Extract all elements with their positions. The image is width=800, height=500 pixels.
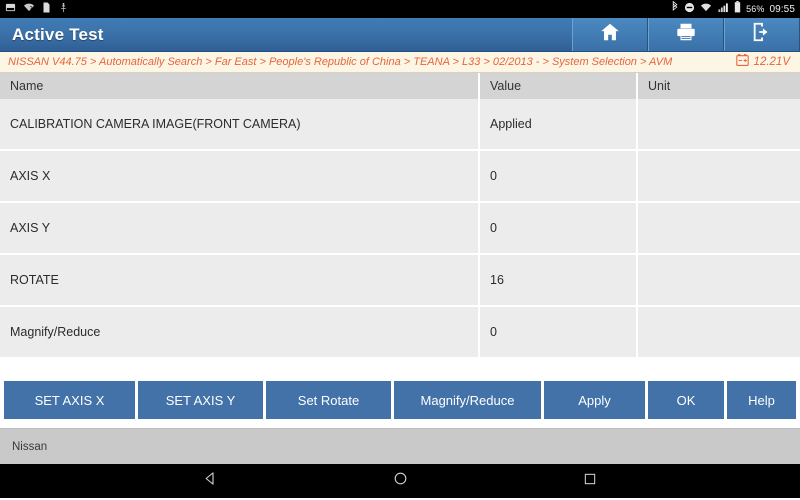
- cell-value: 0: [480, 151, 638, 201]
- cell-name: ROTATE: [0, 255, 480, 305]
- android-status-bar: ? 56% 09:55: [0, 0, 800, 18]
- exit-icon: [751, 21, 773, 48]
- column-header-name: Name: [0, 73, 480, 99]
- usb-icon: [58, 0, 69, 18]
- cell-unit: [638, 99, 800, 149]
- cell-value: 0: [480, 203, 638, 253]
- cell-unit: [638, 255, 800, 305]
- android-nav-bar: [0, 464, 800, 498]
- svg-text:?: ?: [29, 6, 32, 12]
- cell-name: AXIS Y: [0, 203, 480, 253]
- screenshot-icon: [5, 0, 16, 18]
- cell-value: Applied: [480, 99, 638, 149]
- footer-spacer: [0, 419, 800, 428]
- status-bar-left-icons: ?: [5, 0, 69, 18]
- breadcrumb: NISSAN V44.75 > Automatically Search > F…: [8, 56, 673, 68]
- table-header-row: Name Value Unit: [0, 73, 800, 99]
- action-button-bar: SET AXIS X SET AXIS Y Set Rotate Magnify…: [0, 381, 800, 419]
- sim-card-icon: [42, 0, 51, 18]
- content-spacer: [0, 359, 800, 381]
- android-home-button[interactable]: [380, 464, 420, 498]
- table-row[interactable]: Magnify/Reduce 0: [0, 307, 800, 359]
- status-bar-right-icons: 56% 09:55: [671, 0, 795, 18]
- magnify-reduce-button[interactable]: Magnify/Reduce: [394, 381, 544, 419]
- table-row[interactable]: ROTATE 16: [0, 255, 800, 307]
- app-title-bar: Active Test: [0, 18, 800, 52]
- cell-name: Magnify/Reduce: [0, 307, 480, 357]
- apply-button[interactable]: Apply: [544, 381, 648, 419]
- voltage-indicator: 12.21V: [735, 53, 794, 71]
- car-battery-icon: [735, 53, 749, 71]
- voltage-value: 12.21V: [753, 56, 790, 68]
- triangle-back-icon: [203, 471, 218, 491]
- column-header-value: Value: [480, 73, 638, 99]
- table-row[interactable]: AXIS Y 0: [0, 203, 800, 255]
- page-title: Active Test: [12, 24, 104, 44]
- wifi-help-icon: ?: [23, 0, 35, 18]
- cell-unit: [638, 203, 800, 253]
- do-not-disturb-icon: [684, 0, 695, 18]
- signal-icon: [717, 0, 729, 18]
- column-header-unit: Unit: [638, 73, 800, 99]
- cell-name: CALIBRATION CAMERA IMAGE(FRONT CAMERA): [0, 99, 480, 149]
- set-axis-x-button[interactable]: SET AXIS X: [4, 381, 138, 419]
- battery-percent-label: 56%: [746, 4, 765, 14]
- cell-unit: [638, 151, 800, 201]
- home-button[interactable]: [572, 18, 648, 51]
- table-body: CALIBRATION CAMERA IMAGE(FRONT CAMERA) A…: [0, 99, 800, 359]
- square-recents-icon: [583, 472, 597, 491]
- cell-value: 16: [480, 255, 638, 305]
- table-row[interactable]: CALIBRATION CAMERA IMAGE(FRONT CAMERA) A…: [0, 99, 800, 151]
- cell-value: 0: [480, 307, 638, 357]
- circle-home-icon: [393, 471, 408, 491]
- breadcrumb-bar: NISSAN V44.75 > Automatically Search > F…: [0, 52, 800, 73]
- active-test-table: Name Value Unit CALIBRATION CAMERA IMAGE…: [0, 73, 800, 359]
- status-bar-clock: 09:55: [769, 3, 795, 15]
- cell-name: AXIS X: [0, 151, 480, 201]
- cell-unit: [638, 307, 800, 357]
- wifi-icon: [700, 0, 712, 18]
- ok-button[interactable]: OK: [648, 381, 727, 419]
- set-axis-y-button[interactable]: SET AXIS Y: [138, 381, 266, 419]
- status-footer: Nissan: [0, 428, 800, 464]
- exit-button[interactable]: [724, 18, 800, 51]
- home-icon: [599, 21, 621, 48]
- print-button[interactable]: [648, 18, 724, 51]
- table-row[interactable]: AXIS X 0: [0, 151, 800, 203]
- printer-icon: [675, 21, 697, 48]
- battery-icon: [734, 0, 741, 18]
- bluetooth-icon: [671, 0, 679, 18]
- help-button[interactable]: Help: [727, 381, 796, 419]
- android-back-button[interactable]: [190, 464, 230, 498]
- app-root: ? 56% 09:55 Active Test NISSAN V44.75 > …: [0, 0, 800, 500]
- android-recents-button[interactable]: [570, 464, 610, 498]
- vehicle-make-label: Nissan: [12, 440, 48, 453]
- set-rotate-button[interactable]: Set Rotate: [266, 381, 394, 419]
- title-bar-actions: [572, 18, 800, 51]
